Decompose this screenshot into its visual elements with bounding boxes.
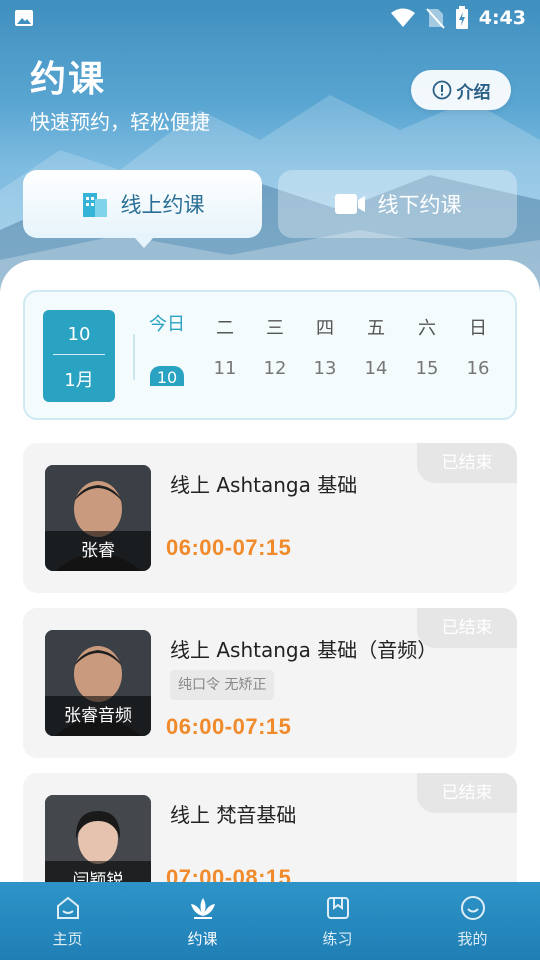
calendar-divider xyxy=(133,334,135,380)
info-icon xyxy=(432,80,451,100)
nav-booking[interactable]: 约课 xyxy=(135,882,270,960)
day-wednesday[interactable]: 三 12 xyxy=(255,314,295,379)
video-camera-icon xyxy=(334,194,365,214)
weekday-label: 今日 xyxy=(149,314,185,335)
course-title: 线上 Ashtanga 基础（音频） xyxy=(170,638,438,662)
day-tuesday[interactable]: 二 11 xyxy=(205,314,245,379)
date-picker: 10 1月 今日 10 二 11 三 12 四 13 五 14 六 15 日 1… xyxy=(23,290,517,420)
lotus-icon xyxy=(190,897,215,919)
header-banner: 4:43 约课 快速预约，轻松便捷 介绍 线上约课 线下约课 xyxy=(0,0,540,300)
image-icon xyxy=(15,10,33,26)
nav-profile[interactable]: 我的 xyxy=(405,882,540,960)
teacher-photo: 张睿 xyxy=(45,465,151,571)
tab-offline-label: 线下约课 xyxy=(377,193,462,217)
course-tag: 纯口令 无矫正 xyxy=(170,670,275,700)
tab-pointer xyxy=(135,238,153,248)
current-month: 1月 xyxy=(64,370,94,391)
date-divider xyxy=(53,354,105,355)
date-number: 14 xyxy=(364,358,388,379)
teacher-photo: 张睿音频 xyxy=(45,630,151,736)
intro-button[interactable]: 介绍 xyxy=(411,70,511,110)
mountain-background-image xyxy=(0,95,540,300)
course-card[interactable]: 已结束 张睿音频 线上 Ashtanga 基础（音频） 纯口令 无矫正 06:0… xyxy=(23,608,517,758)
nav-home[interactable]: 主页 xyxy=(0,882,135,960)
weekday-label: 四 xyxy=(316,318,334,339)
bottom-navigation: 主页 约课 练习 我的 xyxy=(0,882,540,960)
current-date-box: 10 1月 xyxy=(43,310,115,402)
page-subtitle: 快速预约，轻松便捷 xyxy=(30,110,210,134)
weekday-label: 日 xyxy=(469,318,487,339)
course-title: 线上 Ashtanga 基础 xyxy=(170,473,358,497)
wifi-icon xyxy=(390,8,415,27)
home-icon xyxy=(56,896,79,919)
course-title: 线上 梵音基础 xyxy=(170,803,297,827)
day-friday[interactable]: 五 14 xyxy=(356,314,396,379)
battery-charging-icon xyxy=(455,6,468,29)
no-sim-icon xyxy=(425,8,445,29)
page-title: 约课 xyxy=(30,59,107,100)
main-content: 10 1月 今日 10 二 11 三 12 四 13 五 14 六 15 日 1… xyxy=(0,260,540,960)
day-sunday[interactable]: 日 16 xyxy=(458,314,498,379)
weekday-label: 五 xyxy=(367,318,385,339)
date-number: 13 xyxy=(313,358,337,379)
date-number: 12 xyxy=(263,358,287,379)
course-time: 06:00-07:15 xyxy=(166,714,292,739)
current-day: 10 xyxy=(67,324,91,345)
practice-icon xyxy=(326,896,349,919)
teacher-name: 张睿 xyxy=(45,531,151,571)
status-bar: 4:43 xyxy=(0,0,540,36)
nav-booking-label: 约课 xyxy=(187,929,218,948)
weekday-label: 二 xyxy=(216,318,234,339)
building-icon xyxy=(82,193,107,217)
weekday-label: 三 xyxy=(266,318,284,339)
teacher-name: 张睿音频 xyxy=(45,696,151,736)
tab-online-booking[interactable]: 线上约课 xyxy=(23,170,262,248)
nav-practice[interactable]: 练习 xyxy=(270,882,405,960)
date-number: 15 xyxy=(415,358,439,379)
status-badge: 已结束 xyxy=(417,773,517,813)
day-today[interactable]: 今日 10 xyxy=(147,314,187,386)
date-number: 11 xyxy=(213,358,237,379)
smile-icon xyxy=(460,895,485,920)
course-time: 06:00-07:15 xyxy=(166,535,292,560)
weekday-label: 六 xyxy=(418,318,436,339)
date-number: 16 xyxy=(466,358,490,379)
tab-online-label: 线上约课 xyxy=(120,193,205,217)
day-saturday[interactable]: 六 15 xyxy=(407,314,447,379)
course-card[interactable]: 已结束 张睿 线上 Ashtanga 基础 06:00-07:15 xyxy=(23,443,517,593)
status-badge: 已结束 xyxy=(417,443,517,483)
day-thursday[interactable]: 四 13 xyxy=(305,314,345,379)
nav-practice-label: 练习 xyxy=(322,929,353,948)
nav-profile-label: 我的 xyxy=(457,929,488,948)
tab-offline-booking[interactable]: 线下约课 xyxy=(278,170,517,238)
intro-label: 介绍 xyxy=(456,82,491,103)
date-number-selected: 10 xyxy=(150,366,184,386)
nav-home-label: 主页 xyxy=(52,929,83,948)
status-time: 4:43 xyxy=(478,7,526,29)
